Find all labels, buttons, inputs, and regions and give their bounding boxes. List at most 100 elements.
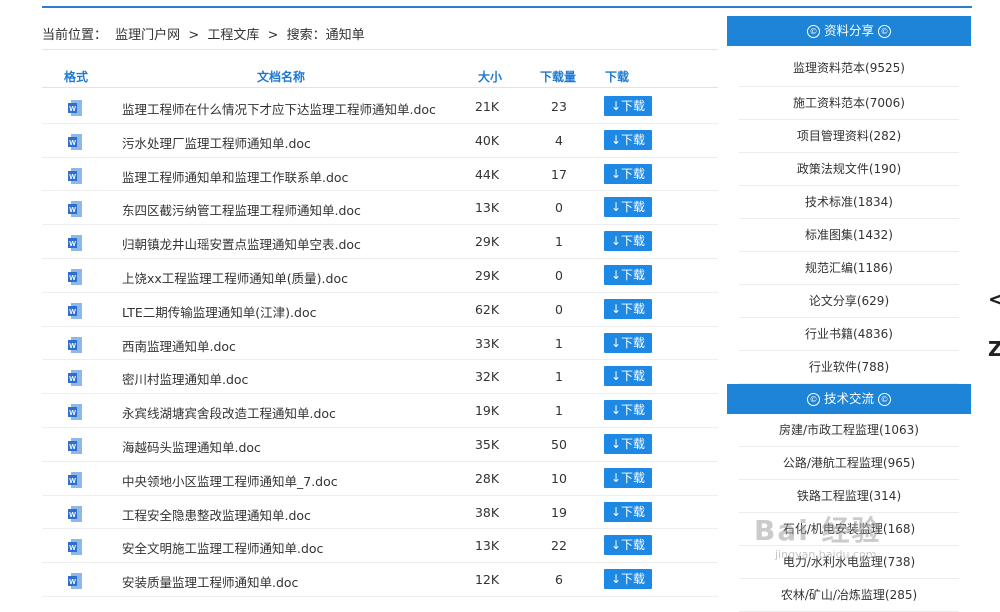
document-size: 12K xyxy=(474,572,500,588)
sidebar-category-link[interactable]: 项目管理资料(282) xyxy=(739,120,959,153)
document-name-link[interactable]: 上饶xx工程监理工程师通知单(质量).doc xyxy=(122,268,348,287)
document-name-link[interactable]: 东四区截污纳管工程监理工程师通知单.doc xyxy=(122,200,361,219)
word-doc-icon: W xyxy=(68,167,82,184)
document-name-link[interactable]: 密川村监理通知单.doc xyxy=(122,369,248,388)
document-name-link[interactable]: 工程安全隐患整改监理通知单.doc xyxy=(122,505,311,524)
download-button[interactable]: ↓下载 xyxy=(604,298,652,319)
breadcrumb-home-link[interactable]: 监理门户网 xyxy=(115,28,180,43)
document-size: 62K xyxy=(474,301,500,317)
breadcrumb-prefix: 当前位置： xyxy=(42,28,108,43)
svg-text:W: W xyxy=(69,545,76,552)
table-row: W 工程安全隐患整改监理通知单.doc 38K 19 ↓下载 xyxy=(42,496,718,530)
document-name-link[interactable]: LTE二期传输监理通知单(江津).doc xyxy=(122,302,316,321)
download-button[interactable]: ↓下载 xyxy=(604,433,652,454)
document-name-link[interactable]: 安全文明施工监理工程师通知单.doc xyxy=(122,538,323,557)
word-doc-icon: W xyxy=(68,539,82,556)
copyright-icon: © xyxy=(806,25,820,38)
download-button[interactable]: ↓下载 xyxy=(604,467,652,488)
download-button[interactable]: ↓下载 xyxy=(604,231,652,252)
svg-text:W: W xyxy=(69,174,76,181)
document-name-link[interactable]: 监理工程师在什么情况下才应下达监理工程师通知单.doc xyxy=(122,99,436,118)
tech-section-title: 技术交流 xyxy=(823,391,874,406)
breadcrumb-library-link[interactable]: 工程文库 xyxy=(207,28,259,43)
table-row: W 中央领地小区监理工程师通知单_7.doc 28K 10 ↓下载 xyxy=(42,462,718,496)
sidebar-category-link[interactable]: 监理资料范本(9525) xyxy=(739,46,959,87)
sidebar-category-link[interactable]: 政策法规文件(190) xyxy=(739,153,959,186)
sidebar-category-link[interactable]: 技术标准(1834) xyxy=(739,186,959,219)
download-button[interactable]: ↓下载 xyxy=(604,264,652,285)
sidebar-category-link[interactable]: 规范汇编(1186) xyxy=(739,252,959,285)
download-button[interactable]: ↓下载 xyxy=(604,366,652,387)
sidebar-category-link[interactable]: 农林/矿山/冶炼监理(285) xyxy=(739,579,959,612)
download-button[interactable]: ↓下载 xyxy=(604,163,652,184)
word-doc-icon: W xyxy=(68,235,82,252)
download-count: 50 xyxy=(551,436,567,452)
share-category-list: 监理资料范本(9525) 施工资料范本(7006) 项目管理资料(282) 政策法规文… xyxy=(727,46,971,384)
divider xyxy=(42,87,718,88)
breadcrumb-current: 搜索：通知单 xyxy=(286,28,365,43)
download-count: 22 xyxy=(551,538,567,554)
download-count: 10 xyxy=(551,470,567,486)
document-size: 35K xyxy=(474,436,500,452)
table-row: W 海越码头监理通知单.doc 35K 50 ↓下载 xyxy=(42,428,718,462)
divider xyxy=(42,49,718,50)
sidebar-category-link[interactable]: 房建/市政工程监理(1063) xyxy=(739,414,959,447)
download-button[interactable]: ↓下载 xyxy=(604,129,652,150)
sidebar-category-link[interactable]: 论文分享(629) xyxy=(739,285,959,318)
sidebar-category-link[interactable]: 公路/港航工程监理(965) xyxy=(739,447,959,480)
download-button[interactable]: ↓下载 xyxy=(604,332,652,353)
share-section-title: 资料分享 xyxy=(823,23,874,38)
table-row: W LTE二期传输监理通知单(江津).doc 62K 0 ↓下载 xyxy=(42,293,718,327)
download-count: 0 xyxy=(555,267,563,283)
sidebar-category-link[interactable]: 施工资料范本(7006) xyxy=(739,87,959,120)
word-doc-icon: W xyxy=(68,100,82,116)
document-name-link[interactable]: 永宾线湖塘宾舍段改造工程通知单.doc xyxy=(122,403,336,422)
copyright-icon: © xyxy=(878,393,891,406)
document-name-link[interactable]: 西南监理通知单.doc xyxy=(122,336,236,355)
word-doc-icon: W xyxy=(68,302,82,319)
sidebar-category-link[interactable]: 标准图集(1432) xyxy=(739,219,959,252)
document-size: 44K xyxy=(474,166,500,182)
document-size: 13K xyxy=(474,538,500,554)
word-doc-icon: W xyxy=(68,505,82,522)
header-download-count: 下载量 xyxy=(540,70,577,84)
download-count: 6 xyxy=(555,572,563,588)
download-count: 0 xyxy=(555,301,563,317)
svg-text:W: W xyxy=(69,140,76,147)
document-name-link[interactable]: 归朝镇龙井山瑶安置点监理通知单空表.doc xyxy=(122,234,361,253)
table-row: W 密川村监理通知单.doc 32K 1 ↓下载 xyxy=(42,360,718,395)
document-name-link[interactable]: 安装质量监理工程师通知单.doc xyxy=(122,572,298,591)
copyright-icon: © xyxy=(878,25,891,38)
download-button[interactable]: ↓下载 xyxy=(604,400,652,421)
table-row: W 安全文明施工监理工程师通知单.doc 13K 22 ↓下载 xyxy=(42,529,718,564)
sidebar-category-link[interactable]: 行业软件(788) xyxy=(739,351,959,384)
download-count: 17 xyxy=(551,166,567,182)
breadcrumb-separator: > xyxy=(267,28,279,43)
download-button[interactable]: ↓下载 xyxy=(604,569,652,590)
word-doc-icon: W xyxy=(68,573,82,590)
table-row: W 上饶xx工程监理工程师通知单(质量).doc 29K 0 ↓下载 xyxy=(42,259,718,293)
download-button[interactable]: ↓下载 xyxy=(604,96,652,116)
download-button[interactable]: ↓下载 xyxy=(604,535,652,556)
word-doc-icon: W xyxy=(68,404,82,421)
tech-section-header: © 技术交流 © xyxy=(727,384,971,414)
document-name-link[interactable]: 中央领地小区监理工程师通知单_7.doc xyxy=(122,471,338,490)
download-button[interactable]: ↓下载 xyxy=(604,501,652,522)
watermark-logo: Bai 经验 xyxy=(754,514,882,547)
svg-text:W: W xyxy=(69,343,76,350)
breadcrumb: 当前位置： 监理门户网 > 工程文库 > 搜索：通知单 xyxy=(42,24,369,43)
svg-text:W: W xyxy=(69,275,76,282)
svg-text:W: W xyxy=(69,478,76,485)
document-size: 38K xyxy=(474,504,500,520)
table-row: W 安装质量监理工程师通知单.doc 12K 6 ↓下载 xyxy=(42,563,718,597)
sidebar-category-link[interactable]: 行业书籍(4836) xyxy=(739,318,959,351)
download-count: 1 xyxy=(555,335,563,351)
document-size: 40K xyxy=(474,132,500,148)
document-name-link[interactable]: 海越码头监理通知单.doc xyxy=(122,437,261,456)
word-doc-icon: W xyxy=(68,133,82,150)
document-name-link[interactable]: 污水处理厂监理工程师通知单.doc xyxy=(122,133,311,152)
document-name-link[interactable]: 监理工程师通知单和监理工作联系单.doc xyxy=(122,167,348,186)
edge-glyph: < xyxy=(988,287,1000,311)
svg-text:W: W xyxy=(69,241,76,248)
download-button[interactable]: ↓下载 xyxy=(604,197,652,218)
